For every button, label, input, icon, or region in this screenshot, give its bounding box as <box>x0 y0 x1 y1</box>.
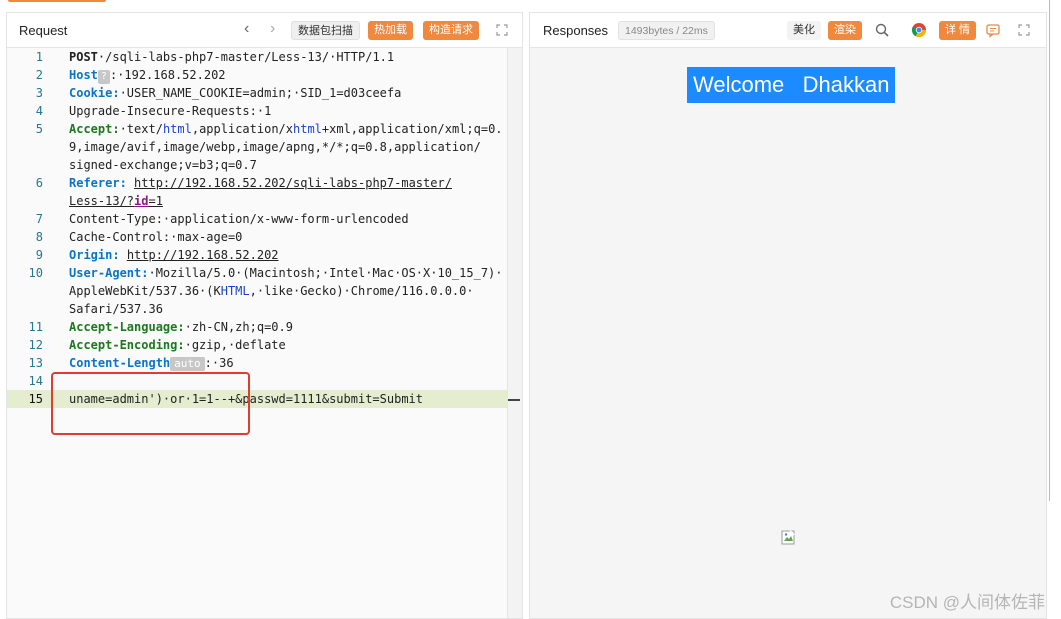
request-panel: Request ‹ › 数据包扫描 热加载 构造请求 1 POST·/sqli-… <box>6 12 523 619</box>
code-line: 2 Host?:·192.168.52.202 <box>35 68 226 84</box>
expand-icon[interactable] <box>1016 22 1032 38</box>
comment-icon[interactable] <box>985 22 1001 38</box>
code-line-wrap: 9,image/avif,image/webp,image/apng,*/*;q… <box>69 140 481 154</box>
chrome-icon[interactable] <box>911 22 927 38</box>
code-line-wrap: AppleWebKit/537.36·(KHTML,·like·Gecko)·C… <box>69 284 474 298</box>
render-button[interactable]: 渲染 <box>828 21 862 40</box>
code-line: 3 Cookie:·USER_NAME_COOKIE=admin;·SID_1=… <box>35 86 402 100</box>
code-line: 13 Content-Length auto:·36 <box>28 356 234 371</box>
back-arrow-icon[interactable]: ‹ <box>244 20 249 38</box>
code-line: 10 User-Agent:·Mozilla/5.0·(Macintosh;·I… <box>28 266 503 280</box>
hot-load-button[interactable]: 热加载 <box>368 21 413 40</box>
expand-icon[interactable] <box>494 22 510 38</box>
watermark: CSDN @人间体佐菲 <box>889 593 1045 612</box>
window-scrollbar[interactable] <box>1049 0 1061 501</box>
help-badge: ? <box>97 70 110 84</box>
responses-panel: Responses 1493bytes / 22ms 美化 渲染 详 情 Wel… <box>529 12 1047 619</box>
broken-image-icon <box>781 530 795 545</box>
responses-header: Responses 1493bytes / 22ms 美化 渲染 详 情 <box>530 13 1046 48</box>
beautify-button[interactable]: 美化 <box>787 21 821 40</box>
request-header: Request ‹ › 数据包扫描 热加载 构造请求 <box>7 13 522 48</box>
welcome-banner: Welcome Dhakkan <box>687 67 896 103</box>
code-line: 9 Origin: http://192.168.52.202 <box>35 248 279 262</box>
auto-badge: auto <box>170 357 205 371</box>
code-line: 1 POST·/sqli-labs-php7-master/Less-13/·H… <box>35 50 395 64</box>
code-line: 12 Accept-Encoding:·gzip,·deflate <box>28 338 286 352</box>
request-editor[interactable]: 1 POST·/sqli-labs-php7-master/Less-13/·H… <box>7 48 508 618</box>
code-line-wrap: signed-exchange;v=b3;q=0.7 <box>69 158 257 172</box>
response-meta: 1493bytes / 22ms <box>618 21 715 40</box>
packet-scan-button[interactable]: 数据包扫描 <box>291 21 360 40</box>
details-button[interactable]: 详 情 <box>939 21 977 40</box>
request-title: Request <box>19 23 68 38</box>
code-line: 8 Cache-Control:·max-age=0 <box>35 230 243 244</box>
code-line: 11 Accept-Language:·zh-CN,zh;q=0.9 <box>28 320 293 334</box>
code-line-wrap: Safari/537.36 <box>69 302 163 316</box>
code-line: 4 Upgrade-Insecure-Requests:·1 <box>35 104 272 118</box>
code-line: 6 Referer: http://192.168.52.202/sqli-la… <box>35 176 452 190</box>
annotation-highlight-box <box>51 372 250 435</box>
editor-scrollbar[interactable] <box>507 48 522 618</box>
build-request-button[interactable]: 构造请求 <box>423 21 479 40</box>
code-line-wrap: Less-13/?id=1 <box>69 194 163 208</box>
search-icon[interactable] <box>874 22 890 38</box>
responses-title: Responses <box>543 23 609 38</box>
active-tab-indicator[interactable] <box>8 0 106 2</box>
forward-arrow-icon[interactable]: › <box>270 20 275 38</box>
scroll-position-marker <box>508 399 520 401</box>
code-line: 5 Accept:·text/html,application/xhtml+xm… <box>35 122 503 136</box>
code-line: 7 Content-Type:·application/x-www-form-u… <box>35 212 409 226</box>
